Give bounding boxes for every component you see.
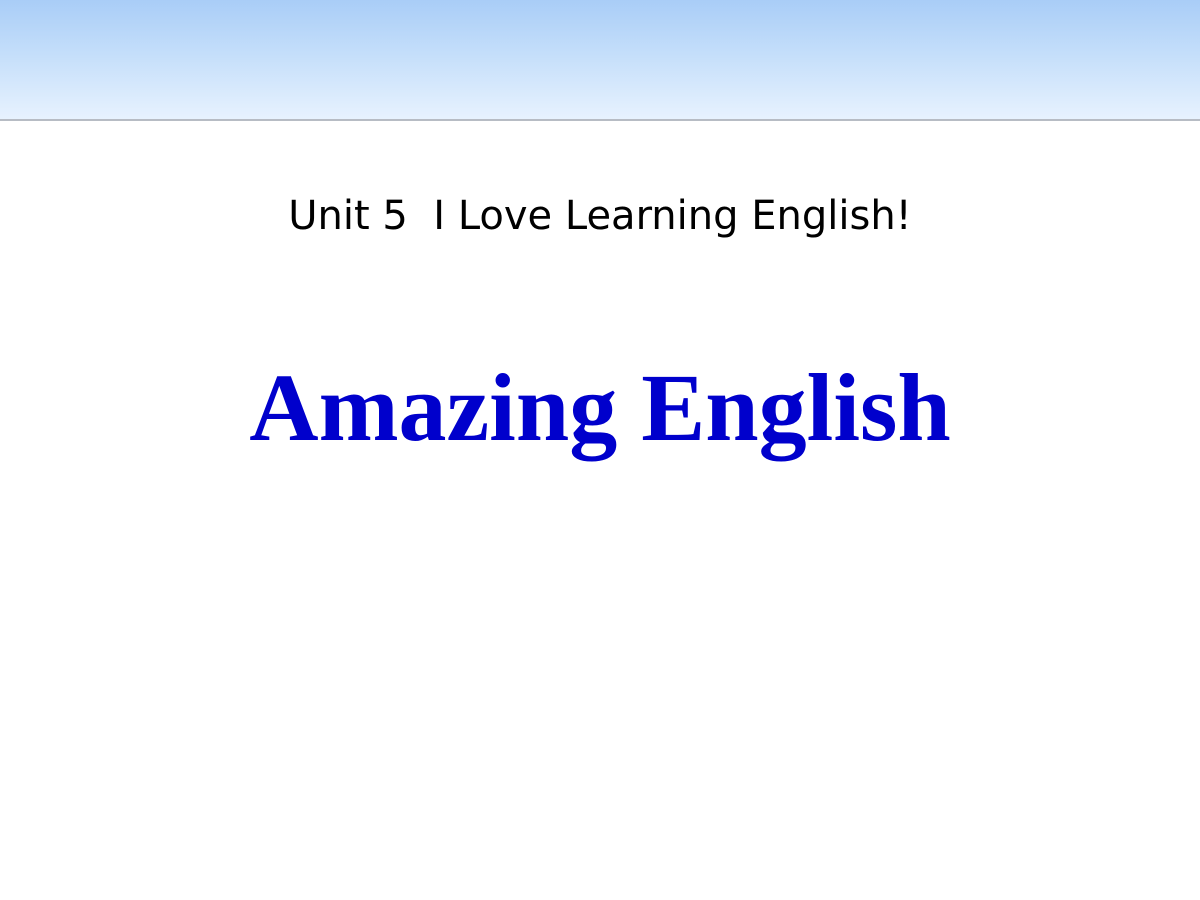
unit-subtitle: Unit 5 I Love Learning English!	[288, 193, 912, 239]
header-band	[0, 0, 1200, 119]
slide: Unit 5 I Love Learning English! Amazing …	[0, 0, 1200, 900]
header-divider	[0, 119, 1200, 121]
slide-title: Amazing English	[249, 354, 951, 461]
